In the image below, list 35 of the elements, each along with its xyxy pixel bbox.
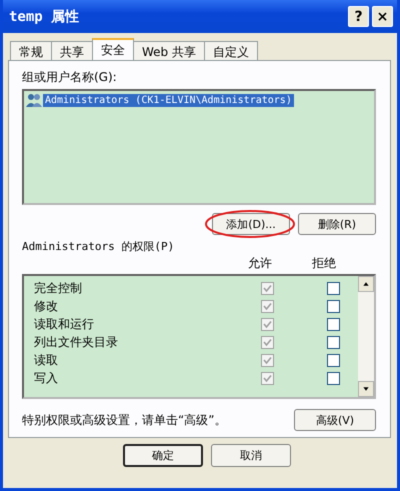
- tab[interactable]: 常规: [10, 41, 52, 60]
- group-label: 组或用户名称(G):: [22, 69, 118, 86]
- add-button[interactable]: 添加(D)...: [212, 213, 290, 235]
- advanced-hint: 特别权限或高级设置，请单击“高级”。: [22, 412, 226, 428]
- deny-checkbox[interactable]: [327, 354, 340, 366]
- deny-checkbox[interactable]: [327, 282, 340, 294]
- column-header: 允许: [248, 255, 272, 272]
- help-button[interactable]: ?: [348, 6, 369, 27]
- permission-name: 读取和运行: [34, 316, 95, 332]
- dialog-button[interactable]: 取消: [211, 444, 291, 467]
- remove-button[interactable]: 删除(R): [298, 213, 376, 235]
- permission-name: 列出文件夹目录: [34, 334, 119, 350]
- tab[interactable]: 安全: [92, 38, 134, 60]
- deny-checkbox[interactable]: [327, 336, 340, 348]
- permissions-label: Administrators 的权限(P): [22, 239, 176, 254]
- scroll-up-icon[interactable]: [358, 276, 374, 292]
- deny-checkbox[interactable]: [327, 372, 340, 384]
- scroll-down-icon[interactable]: [358, 381, 374, 397]
- permission-name: 读取: [34, 352, 59, 368]
- user-list-item[interactable]: Administrators (CK1-ELVIN\Administrators): [43, 94, 294, 106]
- dialog-button[interactable]: 确定: [123, 444, 203, 467]
- permission-name: 修改: [34, 298, 59, 314]
- tab[interactable]: 自定义: [204, 41, 258, 60]
- permission-name: 写入: [34, 370, 59, 386]
- column-header: 拒绝: [312, 255, 336, 272]
- tab[interactable]: Web 共享: [133, 41, 205, 60]
- scrollbar[interactable]: [358, 276, 374, 397]
- advanced-button[interactable]: 高级(V): [294, 409, 376, 431]
- tab[interactable]: 共享: [51, 41, 93, 60]
- deny-checkbox[interactable]: [327, 318, 340, 330]
- user-group-icon: [26, 93, 42, 107]
- permission-name: 完全控制: [34, 280, 83, 296]
- window-title: temp 属性: [9, 8, 80, 26]
- deny-checkbox[interactable]: [327, 300, 340, 312]
- close-button[interactable]: ×: [372, 6, 393, 27]
